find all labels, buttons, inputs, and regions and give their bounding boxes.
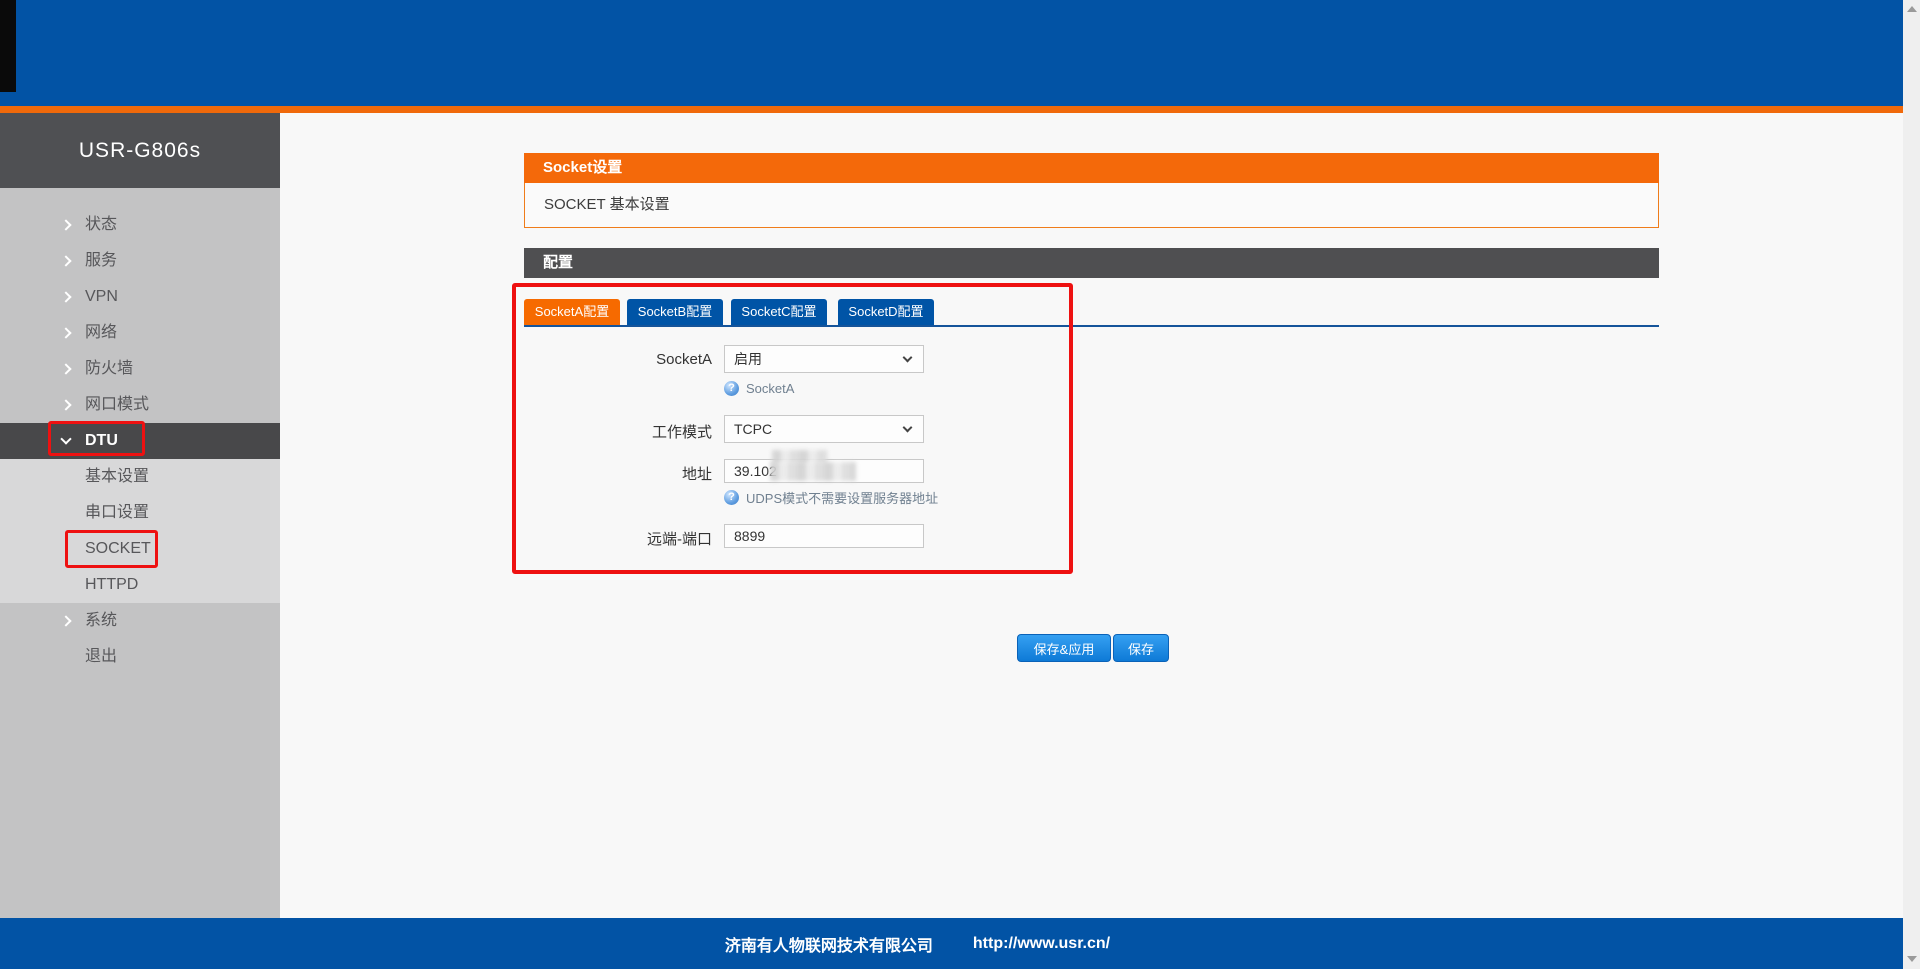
page-scrollbar[interactable] bbox=[1903, 0, 1920, 969]
sidebar-item-port-mode[interactable]: 网口模式 bbox=[0, 387, 280, 423]
tab-socket-c[interactable]: SocketC配置 bbox=[731, 299, 827, 325]
socketa-hint: SocketA bbox=[724, 380, 794, 396]
address-hint: UDPS模式不需要设置服务器地址 bbox=[724, 489, 938, 505]
save-apply-button[interactable]: 保存&应用 bbox=[1017, 634, 1111, 662]
tab-socket-b[interactable]: SocketB配置 bbox=[627, 299, 723, 325]
sidebar-item-socket[interactable]: SOCKET bbox=[0, 531, 280, 567]
sidebar-item-vpn[interactable]: VPN bbox=[0, 279, 280, 315]
chevron-right-icon bbox=[60, 327, 71, 338]
work-mode-label: 工作模式 bbox=[542, 421, 712, 442]
select-caret-icon bbox=[903, 353, 913, 363]
remote-port-label: 远端-端口 bbox=[542, 528, 712, 549]
footer: 济南有人物联网技术有限公司 http://www.usr.cn/ bbox=[0, 918, 1903, 969]
save-button[interactable]: 保存 bbox=[1113, 634, 1169, 662]
footer-url-link[interactable]: http://www.usr.cn/ bbox=[973, 935, 1110, 953]
device-name: USR-G806s bbox=[0, 113, 280, 188]
sidebar-item-httpd[interactable]: HTTPD bbox=[0, 567, 280, 603]
sidebar-item-system[interactable]: 系统 bbox=[0, 603, 280, 639]
window-edge bbox=[0, 0, 16, 92]
tab-underline bbox=[524, 325, 1659, 327]
tab-socket-d[interactable]: SocketD配置 bbox=[838, 299, 934, 325]
sidebar-item-services[interactable]: 服务 bbox=[0, 243, 280, 279]
header-accent-line bbox=[0, 106, 1903, 113]
scrollbar-up-arrow[interactable] bbox=[1907, 6, 1917, 12]
main-content-area bbox=[280, 113, 1903, 918]
censored-region bbox=[770, 462, 856, 481]
top-header bbox=[0, 0, 1903, 106]
help-icon bbox=[724, 381, 739, 396]
chevron-right-icon bbox=[60, 615, 71, 626]
help-icon bbox=[724, 490, 739, 505]
sidebar-menu: 状态 服务 VPN 网络 防火墙 网口模式 DTU 基本设置 串口设置 SOCK… bbox=[0, 207, 280, 675]
work-mode-select[interactable]: TCPC bbox=[724, 415, 924, 443]
panel-subtitle-box: SOCKET 基本设置 bbox=[524, 183, 1659, 228]
sidebar-item-basic-settings[interactable]: 基本设置 bbox=[0, 459, 280, 495]
sidebar-item-network[interactable]: 网络 bbox=[0, 315, 280, 351]
page: R 有人物联网 工业物联网通信专家 有人在认真做事! bbox=[0, 0, 1920, 969]
chevron-right-icon bbox=[60, 399, 71, 410]
scrollbar-down-arrow[interactable] bbox=[1907, 956, 1917, 962]
socketa-select[interactable]: 启用 bbox=[724, 345, 924, 373]
address-label: 地址 bbox=[542, 463, 712, 484]
chevron-right-icon bbox=[60, 363, 71, 374]
sidebar-item-serial-settings[interactable]: 串口设置 bbox=[0, 495, 280, 531]
panel-title-bar: Socket设置 bbox=[524, 153, 1659, 183]
sidebar-item-firewall[interactable]: 防火墙 bbox=[0, 351, 280, 387]
select-caret-icon bbox=[903, 423, 913, 433]
sidebar-item-logout[interactable]: 退出 bbox=[0, 639, 280, 675]
chevron-right-icon bbox=[60, 255, 71, 266]
sidebar-item-dtu[interactable]: DTU bbox=[0, 423, 280, 459]
tab-socket-a[interactable]: SocketA配置 bbox=[524, 299, 620, 325]
chevron-down-icon bbox=[60, 433, 71, 444]
socketa-label: SocketA bbox=[542, 351, 712, 368]
config-section-bar: 配置 bbox=[524, 248, 1659, 278]
chevron-right-icon bbox=[60, 291, 71, 302]
chevron-right-icon bbox=[60, 219, 71, 230]
remote-port-input[interactable]: 8899 bbox=[724, 524, 924, 548]
footer-company: 济南有人物联网技术有限公司 bbox=[725, 932, 933, 956]
sidebar-item-status[interactable]: 状态 bbox=[0, 207, 280, 243]
